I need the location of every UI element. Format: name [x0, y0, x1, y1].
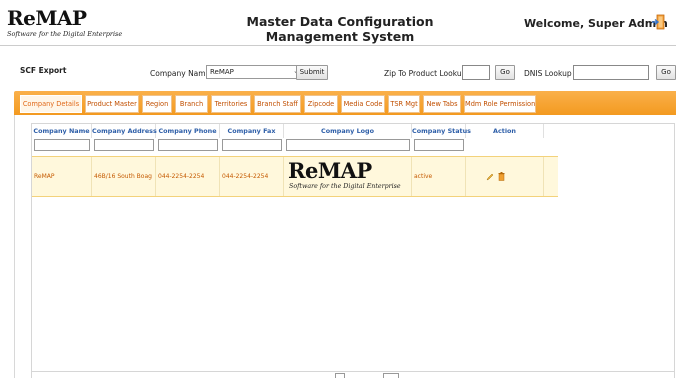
grid-footer	[31, 371, 675, 378]
cell-company-logo: ReMAP Software for the Digital Enterpris…	[284, 157, 412, 196]
edit-icon[interactable]	[486, 173, 494, 181]
cell-company-status: active	[412, 157, 466, 196]
company-name-select[interactable]: ReMAP ⌄	[206, 65, 304, 79]
zip-go-button[interactable]: Go	[495, 65, 515, 80]
tab-bar: Company Details Product Master Region Br…	[14, 91, 676, 115]
tab-zipcode[interactable]: Zipcode	[304, 95, 338, 113]
tab-mdm-role-permission[interactable]: Mdm Role Permission	[464, 95, 536, 113]
filter-company-logo[interactable]	[286, 139, 410, 151]
cell-company-phone: 044-2254-2254	[156, 157, 220, 196]
tab-branch[interactable]: Branch	[175, 95, 208, 113]
filter-company-status[interactable]	[414, 139, 464, 151]
cell-company-fax: 044-2254-2254	[220, 157, 284, 196]
column-header-company-status[interactable]: Company Status	[412, 124, 471, 138]
welcome-message: Welcome, Super Admin	[524, 17, 668, 30]
company-grid: Company Name Company Address Company Pho…	[31, 123, 675, 378]
dnis-lookup-label: DNIS Lookup	[524, 69, 572, 78]
company-name-label: Company Name	[150, 69, 211, 78]
company-name-select-value: ReMAP	[210, 68, 234, 76]
company-logo-image: ReMAP	[288, 158, 372, 183]
zip-lookup-input[interactable]	[462, 65, 490, 80]
pager-page-input[interactable]	[335, 373, 345, 378]
delete-icon[interactable]	[498, 172, 505, 181]
filter-company-phone[interactable]	[158, 139, 218, 151]
tab-new-tabs[interactable]: New Tabs	[423, 95, 461, 113]
company-grid-panel: Company Name Company Address Company Pho…	[14, 115, 676, 378]
tab-branch-staff[interactable]: Branch Staff	[254, 95, 301, 113]
column-header-company-phone[interactable]: Company Phone	[156, 124, 220, 138]
dnis-go-button[interactable]: Go	[656, 65, 676, 80]
zip-lookup-label: Zip To Product Lookup	[384, 69, 467, 78]
tab-product-master[interactable]: Product Master	[85, 95, 139, 113]
tab-region[interactable]: Region	[142, 95, 172, 113]
app-header: ReMAP Software for the Digital Enterpris…	[0, 0, 676, 46]
submit-button[interactable]: Submit	[296, 65, 328, 80]
filter-company-fax[interactable]	[222, 139, 282, 151]
column-header-company-logo[interactable]: Company Logo	[284, 124, 412, 138]
pager-size-select[interactable]	[383, 373, 399, 378]
column-header-company-fax[interactable]: Company Fax	[220, 124, 284, 138]
logout-door-icon[interactable]	[651, 14, 665, 30]
tab-territories[interactable]: Territories	[211, 95, 251, 113]
app-logo-tagline: Software for the Digital Enterprise	[7, 30, 123, 38]
filter-company-name[interactable]	[34, 139, 90, 151]
app-logo[interactable]: ReMAP	[7, 8, 87, 28]
page-title: Master Data Configuration Management Sys…	[246, 14, 434, 44]
tab-company-details[interactable]: Company Details	[20, 95, 82, 113]
cell-action	[466, 157, 544, 196]
cell-company-name: ReMAP	[32, 157, 92, 196]
tab-tsr-mgt[interactable]: TSR Mgt	[388, 95, 420, 113]
app-root: ReMAP Software for the Digital Enterpris…	[0, 0, 676, 378]
table-row[interactable]: ReMAP 46B/16 South Boag 044-2254-2254 04…	[32, 156, 558, 197]
company-logo-tagline: Software for the Digital Enterprise	[289, 183, 401, 190]
column-header-action: Action	[466, 124, 544, 138]
column-header-company-name[interactable]: Company Name	[32, 124, 92, 138]
tab-media-code[interactable]: Media Code	[341, 95, 385, 113]
filter-company-address[interactable]	[94, 139, 154, 151]
column-header-company-address[interactable]: Company Address	[92, 124, 157, 138]
dnis-lookup-input[interactable]	[573, 65, 649, 80]
scf-export-link[interactable]: SCF Export	[20, 66, 66, 75]
toolbar: SCF Export Company Name ReMAP ⌄ Submit Z…	[16, 60, 676, 86]
cell-company-address: 46B/16 South Boag	[92, 157, 156, 196]
